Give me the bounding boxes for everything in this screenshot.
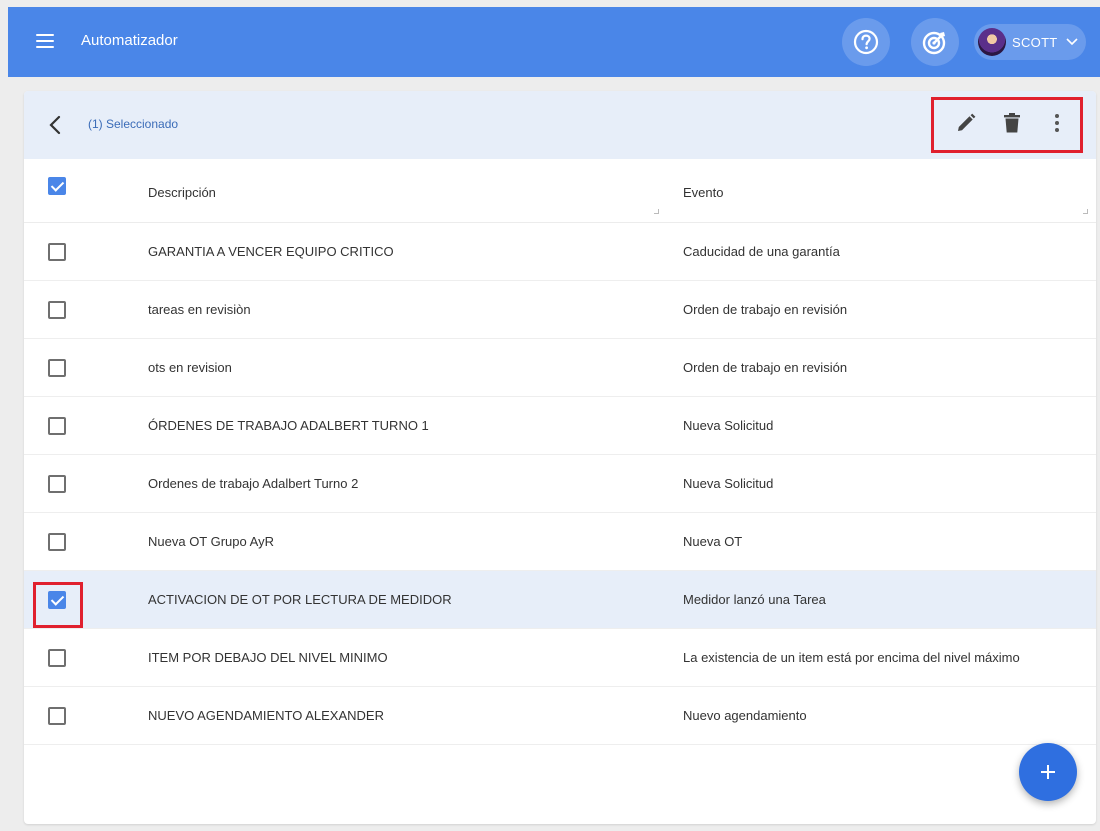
row-checkbox[interactable] bbox=[48, 707, 66, 725]
back-button[interactable] bbox=[44, 113, 68, 137]
trash-icon bbox=[1004, 113, 1020, 133]
table-row[interactable]: ACTIVACION DE OT POR LECTURA DE MEDIDOR M… bbox=[24, 571, 1096, 629]
row-event: La existencia de un item está por encima… bbox=[683, 650, 1020, 665]
row-event: Medidor lanzó una Tarea bbox=[683, 592, 826, 607]
row-description: ITEM POR DEBAJO DEL NIVEL MINIMO bbox=[148, 650, 388, 665]
row-checkbox[interactable] bbox=[48, 301, 66, 319]
plus-icon bbox=[1041, 765, 1055, 779]
row-event: Nueva Solicitud bbox=[683, 418, 774, 433]
app-bar: Automatizador SCOTT bbox=[8, 7, 1100, 77]
column-event[interactable]: Evento bbox=[683, 185, 723, 200]
user-menu-button[interactable]: SCOTT bbox=[974, 24, 1086, 60]
table-row[interactable]: tareas en revisiòn Orden de trabajo en re… bbox=[24, 281, 1096, 339]
row-event: Nueva Solicitud bbox=[683, 476, 774, 491]
user-name: SCOTT bbox=[1012, 34, 1058, 50]
add-automation-button[interactable] bbox=[1019, 743, 1077, 801]
select-all-checkbox[interactable] bbox=[48, 177, 66, 195]
table-row[interactable]: Nueva OT Grupo AyR Nueva OT bbox=[24, 513, 1096, 571]
column-resize-handle[interactable] bbox=[1083, 209, 1088, 214]
row-description: Ordenes de trabajo Adalbert Turno 2 bbox=[148, 476, 359, 491]
goals-button[interactable] bbox=[911, 18, 959, 66]
table-row[interactable]: ÓRDENES DE TRABAJO ADALBERT TURNO 1 Nueva… bbox=[24, 397, 1096, 455]
row-event: Nueva OT bbox=[683, 534, 743, 549]
row-event: Orden de trabajo en revisión bbox=[683, 302, 848, 317]
selection-count: (1) Seleccionado bbox=[88, 117, 179, 131]
selection-toolbar: (1) Seleccionado bbox=[24, 91, 1096, 159]
app-title: Automatizador bbox=[81, 32, 178, 49]
menu-icon[interactable] bbox=[36, 34, 54, 48]
automations-card: (1) Seleccionado Descripción Evento GARA… bbox=[24, 91, 1096, 824]
delete-button[interactable] bbox=[1000, 111, 1024, 135]
row-checkbox[interactable] bbox=[48, 359, 66, 377]
row-event: Orden de trabajo en revisión bbox=[683, 360, 848, 375]
table-header: Descripción Evento bbox=[24, 159, 1096, 223]
row-description: ACTIVACION DE OT POR LECTURA DE MEDIDOR bbox=[148, 592, 452, 607]
column-resize-handle[interactable] bbox=[654, 209, 659, 214]
row-checkbox[interactable] bbox=[48, 591, 66, 609]
column-description[interactable]: Descripción bbox=[148, 185, 216, 200]
help-button[interactable] bbox=[842, 18, 890, 66]
row-checkbox[interactable] bbox=[48, 417, 66, 435]
row-description: GARANTIA A VENCER EQUIPO CRITICO bbox=[148, 244, 394, 259]
row-checkbox[interactable] bbox=[48, 243, 66, 261]
chevron-down-icon bbox=[1065, 38, 1078, 46]
table-row[interactable]: GARANTIA A VENCER EQUIPO CRITICO Caducida… bbox=[24, 223, 1096, 281]
row-checkbox[interactable] bbox=[48, 649, 66, 667]
table-row[interactable]: Ordenes de trabajo Adalbert Turno 2 Nueva… bbox=[24, 455, 1096, 513]
chevron-left-icon bbox=[49, 115, 61, 135]
row-description: Nueva OT Grupo AyR bbox=[148, 534, 274, 549]
row-description: tareas en revisiòn bbox=[148, 302, 251, 317]
table-row[interactable]: ots en revision Orden de trabajo en revis… bbox=[24, 339, 1096, 397]
row-event: Caducidad de una garantía bbox=[683, 244, 840, 259]
row-description: NUEVO AGENDAMIENTO ALEXANDER bbox=[148, 708, 384, 723]
avatar bbox=[978, 28, 1006, 56]
row-event: Nuevo agendamiento bbox=[683, 708, 807, 723]
row-checkbox[interactable] bbox=[48, 533, 66, 551]
table-row[interactable]: ITEM POR DEBAJO DEL NIVEL MINIMO La exist… bbox=[24, 629, 1096, 687]
row-description: ÓRDENES DE TRABAJO ADALBERT TURNO 1 bbox=[148, 418, 429, 433]
edit-button[interactable] bbox=[954, 111, 978, 135]
target-icon bbox=[922, 31, 946, 55]
more-options-button[interactable] bbox=[1045, 111, 1069, 135]
more-vert-icon bbox=[1055, 114, 1059, 132]
row-description: ots en revision bbox=[148, 360, 232, 375]
help-circle-icon bbox=[853, 29, 879, 55]
row-checkbox[interactable] bbox=[48, 475, 66, 493]
pencil-icon bbox=[958, 113, 976, 131]
table-row[interactable]: NUEVO AGENDAMIENTO ALEXANDER Nuevo agenda… bbox=[24, 687, 1096, 745]
